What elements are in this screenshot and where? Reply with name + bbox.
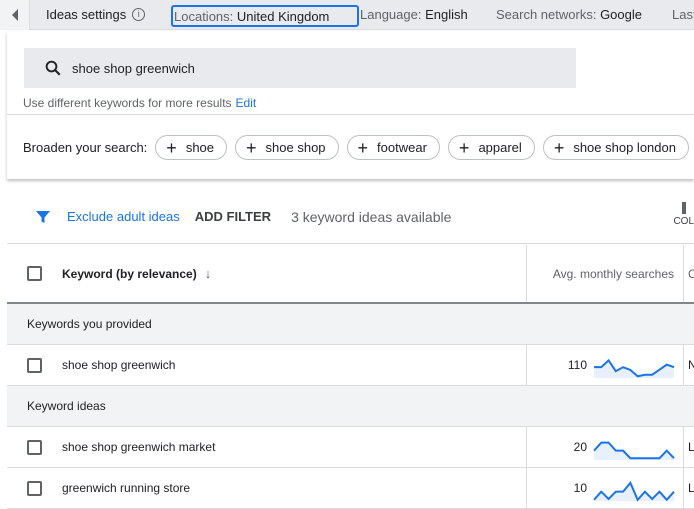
plus-icon: + — [246, 137, 257, 158]
competition: N — [688, 358, 694, 372]
plus-icon: + — [553, 137, 565, 158]
search-panel: shoe shop greenwich Use different keywor… — [7, 31, 694, 179]
filter-icon[interactable] — [35, 209, 51, 225]
columns-button[interactable]: COL — [670, 202, 694, 227]
add-filter-button[interactable]: ADD FILTER — [195, 209, 271, 224]
exclude-adult-ideas-link[interactable]: Exclude adult ideas — [67, 209, 180, 224]
table-row: greenwich running store 10 L — [7, 468, 694, 509]
row-checkbox[interactable] — [27, 480, 42, 496]
trend-sparkline — [594, 358, 675, 378]
broaden-chip[interactable]: + shoe shop london — [542, 135, 689, 160]
ideas-settings-bar: Ideas settings i Locations: United Kingd… — [0, 0, 694, 30]
plus-icon: + — [357, 137, 369, 158]
row-checkbox[interactable] — [27, 439, 42, 455]
avg-searches: 20 — [573, 440, 587, 454]
keyword: greenwich running store — [62, 481, 191, 495]
broaden-chip[interactable]: + shoe shop — [235, 135, 339, 160]
competition: L — [688, 481, 694, 495]
col-next[interactable]: C — [688, 267, 694, 281]
info-icon[interactable]: i — [132, 8, 146, 21]
date-range-setting[interactable]: Last — [672, 7, 694, 22]
filter-bar: Exclude adult ideas ADD FILTER 3 keyword… — [7, 190, 694, 244]
keyword-count: 3 keyword ideas available — [291, 208, 452, 225]
plus-icon: + — [166, 137, 177, 158]
keyword-search-input[interactable]: shoe shop greenwich — [24, 48, 576, 88]
competition: L — [688, 440, 694, 454]
table-row: shoe shop greenwich 110 N — [7, 345, 694, 386]
broaden-chip[interactable]: + footwear — [346, 135, 440, 160]
broaden-chip[interactable]: + apparel — [447, 135, 535, 160]
avg-searches: 110 — [567, 358, 587, 372]
row-checkbox[interactable] — [27, 357, 42, 373]
collapse-button[interactable] — [0, 0, 30, 30]
divider — [7, 114, 694, 115]
columns-label: COL — [673, 216, 694, 227]
edit-link[interactable]: Edit — [236, 96, 257, 110]
keyword-table: Keyword (by relevance) ↓ Avg. monthly se… — [7, 245, 694, 509]
ideas-settings-title: Ideas settings — [46, 7, 127, 22]
locations-setting[interactable]: Locations: United Kingdom — [171, 5, 359, 27]
sort-arrow-down-icon[interactable]: ↓ — [205, 266, 212, 281]
search-networks-setting[interactable]: Search networks: Google — [496, 7, 642, 22]
plus-icon: + — [458, 137, 470, 158]
col-avg-monthly-searches[interactable]: Avg. monthly searches — [553, 267, 674, 281]
broaden-label: Broaden your search: — [23, 140, 148, 155]
keyword: shoe shop greenwich market — [62, 440, 216, 454]
language-setting[interactable]: Language: English — [360, 7, 468, 22]
trend-sparkline — [593, 441, 675, 460]
select-all-checkbox[interactable] — [27, 266, 42, 281]
keyword: shoe shop greenwich — [62, 358, 176, 372]
search-icon — [45, 60, 61, 76]
columns-icon — [682, 202, 686, 214]
group-header: Keyword ideas — [7, 386, 694, 427]
group-header: Keywords you provided — [7, 304, 694, 345]
broaden-chip[interactable]: + shoe — [155, 135, 228, 160]
col-keyword[interactable]: Keyword (by relevance) — [62, 267, 197, 281]
trend-sparkline — [593, 480, 675, 502]
table-header: Keyword (by relevance) ↓ Avg. monthly se… — [7, 245, 694, 304]
search-hint: Use different keywords for more results — [23, 96, 232, 110]
avg-searches: 10 — [573, 481, 587, 495]
table-row: shoe shop greenwich market 20 L — [7, 427, 694, 468]
